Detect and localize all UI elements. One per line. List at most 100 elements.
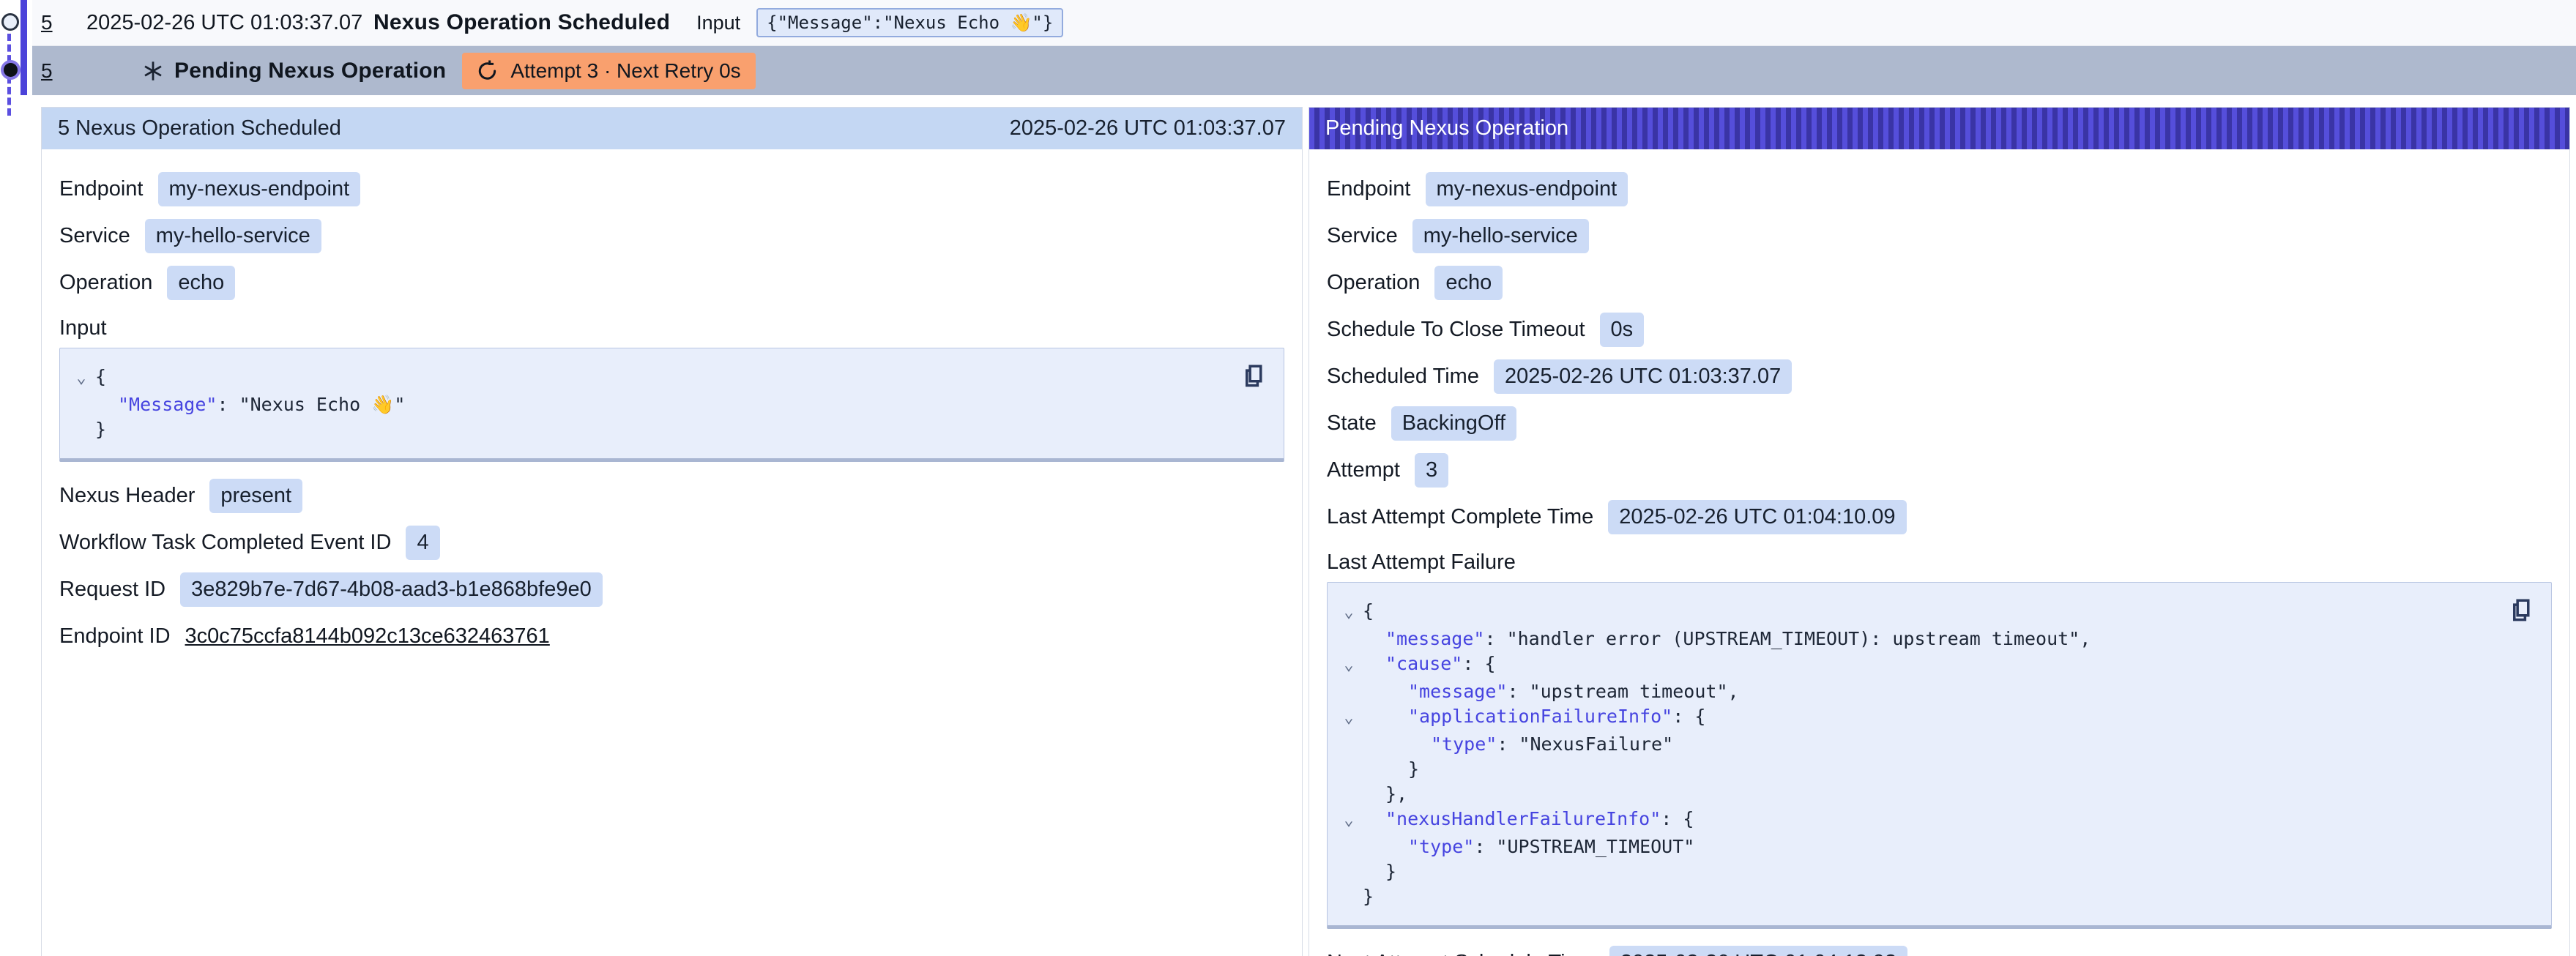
copy-icon [1241, 361, 1267, 389]
field-value-chip: my-nexus-endpoint [158, 172, 361, 206]
field-label: Next Attempt Schedule Time [1327, 951, 1595, 956]
collapse-chevron-icon[interactable]: ⌄ [1335, 704, 1363, 732]
event-title: Nexus Operation Scheduled [373, 10, 670, 35]
json-key: "message" [1408, 681, 1507, 702]
field-value-chip: 3 [1415, 453, 1448, 488]
field-label: Scheduled Time [1327, 365, 1479, 389]
scheduled-panel-body: Endpointmy-nexus-endpointServicemy-hello… [42, 149, 1302, 677]
collapse-chevron-icon[interactable]: ⌄ [1335, 651, 1363, 679]
event-timestamp: 2025-02-26 UTC 01:03:37.07 [86, 11, 373, 35]
field-group-bottom: Nexus Header present Workflow Task Complet… [59, 472, 1284, 660]
active-event-accent-bar [21, 0, 27, 95]
scheduled-event-panel: 5 Nexus Operation Scheduled 2025-02-26 U… [41, 107, 1303, 956]
gutter [1335, 732, 1363, 757]
copy-icon [2509, 595, 2535, 623]
collapse-chevron-icon[interactable]: ⌄ [1335, 807, 1363, 834]
scheduled-panel-header: 5 Nexus Operation Scheduled 2025-02-26 U… [42, 108, 1302, 149]
event-history-rows: 5 2025-02-26 UTC 01:03:37.07 Nexus Opera… [32, 0, 2576, 95]
field-schedule-to-close-timeout: Schedule To Close Timeout 0s [1327, 306, 2552, 353]
gutter [1335, 782, 1363, 807]
field-scheduled-time: Scheduled Time2025-02-26 UTC 01:03:37.07 [1327, 353, 2552, 400]
code-line: ⌄"nexusHandlerFailureInfo": { [1335, 807, 2500, 834]
field-endpoint: Endpointmy-nexus-endpoint [59, 165, 1284, 212]
field-endpoint: Endpoint my-nexus-endpoint [1327, 165, 2552, 212]
code-text: { [1363, 599, 1374, 627]
code-text: "type": "NexusFailure" [1363, 732, 1673, 757]
code-text: "Message": "Nexus Echo 👋" [95, 392, 405, 417]
field-label: Schedule To Close Timeout [1327, 318, 1585, 342]
field-last-attempt-complete-time: Last Attempt Complete Time2025-02-26 UTC… [1327, 493, 2552, 540]
field-label: Service [1327, 224, 1398, 248]
event-id-link[interactable]: 5 [41, 59, 66, 83]
code-text: } [1363, 884, 1374, 909]
code-text: "type": "UPSTREAM_TIMEOUT" [1363, 834, 1694, 859]
gutter [1335, 627, 1363, 651]
field-value-chip: echo [167, 266, 235, 300]
json-key: "type" [1408, 836, 1474, 857]
field-attempt: Attempt3 [1327, 447, 2552, 493]
retry-icon [477, 60, 499, 82]
field-value-link[interactable]: 3c0c75ccfa8144b092c13ce632463761 [185, 624, 550, 649]
field-value-chip: echo [1434, 266, 1503, 300]
event-detail-panels: 5 Nexus Operation Scheduled 2025-02-26 U… [41, 107, 2570, 956]
code-text: "applicationFailureInfo": { [1363, 704, 1705, 732]
field-next-attempt-schedule-time: Next Attempt Schedule Time2025-02-26 UTC… [1327, 939, 2552, 956]
code-line: ⌄{ [67, 365, 1232, 392]
input-json-block: ⌄{"Message": "Nexus Echo 👋"} [59, 348, 1284, 462]
json-key: "message" [1385, 628, 1484, 649]
field-label: Operation [1327, 271, 1420, 295]
field-nexus-header: Nexus Header present [59, 472, 1284, 519]
code-line: "type": "UPSTREAM_TIMEOUT" [1335, 834, 2500, 859]
collapse-chevron-icon[interactable]: ⌄ [67, 365, 95, 392]
code-text: "nexusHandlerFailureInfo": { [1363, 807, 1694, 834]
code-text: { [95, 365, 106, 392]
pending-panel-header: Pending Nexus Operation [1309, 108, 2569, 149]
field-value-chip: present [209, 479, 302, 513]
input-inline-label: Input [696, 12, 740, 34]
collapse-chevron-icon[interactable]: ⌄ [1335, 599, 1363, 627]
panel-title: 5 Nexus Operation Scheduled [58, 116, 341, 141]
field-value-chip: my-hello-service [145, 219, 321, 253]
code-line: ⌄"cause": { [1335, 651, 2500, 679]
field-request-id: Request ID 3e829b7e-7d67-4b08-aad3-b1e868… [59, 566, 1284, 613]
field-label: Workflow Task Completed Event ID [59, 531, 391, 555]
field-operation: Operation echo [1327, 259, 2552, 306]
field-value-chip: 3e829b7e-7d67-4b08-aad3-b1e868bfe9e0 [180, 572, 603, 607]
code-line: "message": "upstream timeout", [1335, 679, 2500, 704]
field-service: Servicemy-hello-service [59, 212, 1284, 259]
event-row-nexus-operation-scheduled[interactable]: 5 2025-02-26 UTC 01:03:37.07 Nexus Opera… [32, 0, 2576, 46]
field-value-chip: BackingOff [1391, 406, 1516, 441]
code-line: "Message": "Nexus Echo 👋" [67, 392, 1232, 417]
field-value-chip: 0s [1600, 313, 1645, 347]
code-line: } [1335, 859, 2500, 884]
field-label: Request ID [59, 578, 165, 602]
retry-badge-text: Attempt 3 · Next Retry 0s [510, 59, 740, 83]
code-text: } [95, 417, 106, 442]
code-line: ⌄{ [1335, 599, 2500, 627]
copy-button[interactable] [1241, 360, 1269, 389]
event-row-pending-nexus-operation[interactable]: 5 Pending Nexus Operation Attempt 3 · Ne… [32, 46, 2576, 95]
pending-operation-panel: Pending Nexus Operation Endpoint my-nexus… [1309, 107, 2570, 956]
field-workflow-task-completed-event-id: Workflow Task Completed Event ID4 [59, 519, 1284, 566]
copy-button[interactable] [2509, 594, 2536, 624]
current-event-marker-icon [4, 63, 18, 77]
json-key: "type" [1431, 733, 1497, 755]
json-key: "cause" [1385, 653, 1462, 674]
field-label: Endpoint ID [59, 624, 171, 649]
field-value-chip: my-nexus-endpoint [1426, 172, 1628, 206]
field-label: Endpoint [1327, 177, 1411, 201]
code-text: } [1363, 859, 1396, 884]
panel-timestamp: 2025-02-26 UTC 01:03:37.07 [1010, 116, 1286, 141]
pending-asterisk-icon [142, 60, 174, 82]
code-text: "cause": { [1363, 651, 1496, 679]
gutter [67, 392, 95, 417]
field-service: Servicemy-hello-service [1327, 212, 2552, 259]
event-open-marker-icon [1, 13, 19, 31]
timeline-rail [0, 0, 34, 124]
json-key: "Message" [118, 394, 217, 415]
code-text: }, [1363, 782, 1407, 807]
field-group-top: Endpointmy-nexus-endpointServicemy-hello… [59, 165, 1284, 306]
field-label: Nexus Header [59, 484, 195, 508]
gutter [1335, 834, 1363, 859]
event-id-link[interactable]: 5 [41, 11, 66, 34]
